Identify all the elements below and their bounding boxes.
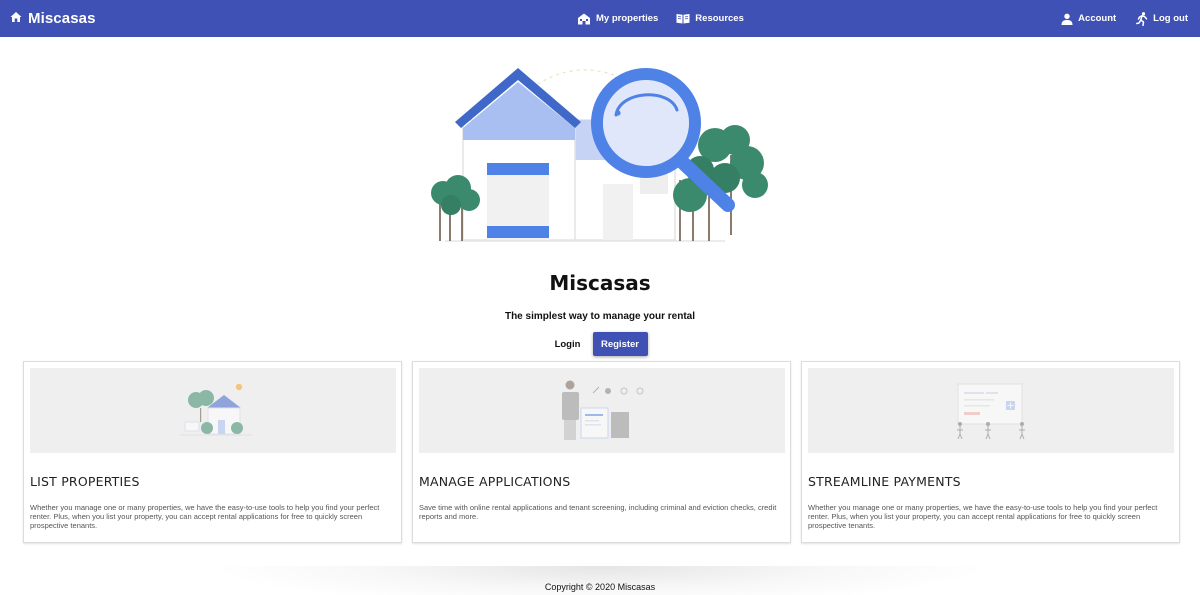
user-nav: Account Log out — [1061, 0, 1188, 37]
nav-my-properties[interactable]: My properties — [577, 13, 658, 25]
brand-name: Miscasas — [28, 10, 96, 27]
card-description: Whether you manage one or many propertie… — [30, 503, 380, 530]
page-title: Miscasas — [549, 271, 651, 295]
auth-actions: Login Register — [0, 332, 1200, 356]
copyright-text: Copyright © 2020 Miscasas — [544, 582, 656, 592]
login-button[interactable]: Login — [553, 333, 583, 356]
card-title: LIST PROPERTIES — [30, 474, 140, 489]
feature-card-streamline-payments: STREAMLINE PAYMENTS Whether you manage o… — [801, 361, 1180, 543]
house-with-magnifying-glass-illustration — [425, 60, 785, 250]
house-illustration — [180, 383, 252, 436]
card-description: Whether you manage one or many propertie… — [808, 503, 1158, 530]
brand-link[interactable]: Miscasas — [10, 0, 96, 37]
book-icon — [676, 13, 690, 24]
card-media — [30, 368, 396, 453]
payments-illustration — [957, 383, 1025, 440]
feature-card-manage-applications: MANAGE APPLICATIONS Save time with onlin… — [412, 361, 791, 543]
card-media — [808, 368, 1174, 453]
top-navbar: Miscasas My properties Resources Account — [0, 0, 1200, 37]
properties-icon — [577, 13, 591, 25]
feature-card-list-properties: LIST PROPERTIES Whether you manage one o… — [23, 361, 402, 543]
nav-account[interactable]: Account — [1061, 13, 1116, 25]
nav-my-properties-label: My properties — [596, 13, 659, 24]
card-title: STREAMLINE PAYMENTS — [808, 474, 961, 489]
running-person-icon — [1136, 11, 1148, 26]
person-icon — [1061, 13, 1073, 25]
card-title: MANAGE APPLICATIONS — [419, 474, 571, 489]
nav-log-out-label: Log out — [1153, 13, 1188, 24]
card-description: Save time with online rental application… — [419, 503, 777, 521]
card-media — [419, 368, 785, 453]
applications-illustration — [562, 380, 644, 440]
register-button[interactable]: Register — [592, 332, 648, 356]
feature-cards: LIST PROPERTIES Whether you manage one o… — [23, 361, 1181, 543]
home-icon — [10, 10, 22, 28]
nav-resources-label: Resources — [695, 13, 744, 24]
nav-log-out[interactable]: Log out — [1136, 11, 1188, 26]
nav-resources[interactable]: Resources — [676, 13, 744, 24]
main-nav: My properties Resources — [577, 0, 744, 37]
nav-account-label: Account — [1078, 13, 1117, 24]
page-subtitle: The simplest way to manage your rental — [504, 311, 696, 322]
